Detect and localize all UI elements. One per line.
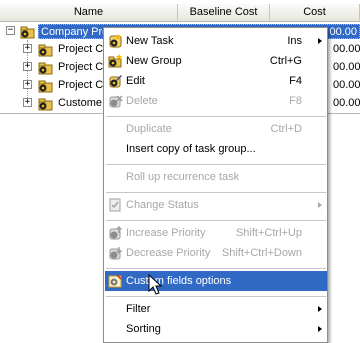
- menu-item-change-status[interactable]: Change Status: [105, 195, 327, 215]
- menu-item-label: Delete: [126, 95, 158, 107]
- menu-item-custom-fields-options[interactable]: Custom fields options: [105, 271, 327, 291]
- menu-item-label: Duplicate: [126, 123, 172, 135]
- grid-header: Name Baseline Cost Cost: [0, 4, 360, 22]
- row-cost-value: 00.00: [333, 97, 360, 109]
- expand-icon[interactable]: +: [23, 98, 32, 107]
- context-menu: New Task Ins New Group Ctrl+G Edit F4 De…: [103, 27, 328, 343]
- menu-item-delete[interactable]: Delete F8: [105, 91, 327, 111]
- menu-item-sorting[interactable]: Sorting: [105, 319, 327, 339]
- menu-item-shortcut: Ins: [287, 35, 302, 47]
- menu-item-insert-copy[interactable]: Insert copy of task group...: [105, 139, 327, 159]
- column-header-cost[interactable]: Cost: [270, 4, 360, 22]
- menu-item-decrease-priority[interactable]: Decrease Priority Shift+Ctrl+Down: [105, 243, 327, 263]
- task-group-icon: [20, 26, 35, 39]
- mouse-cursor-icon: [148, 274, 163, 295]
- menu-item-label: Filter: [126, 303, 151, 315]
- row-cost-value: 00.00: [333, 79, 360, 91]
- change-status-icon: [109, 198, 121, 212]
- menu-item-label: Sorting: [126, 323, 161, 335]
- menu-item-shortcut: Ctrl+D: [270, 123, 302, 135]
- row-cost-value: 00.00: [333, 43, 360, 55]
- menu-item-label: New Group: [126, 55, 182, 67]
- menu-item-roll-up[interactable]: Roll up recurrence task: [105, 167, 327, 187]
- menu-item-shortcut: F8: [289, 95, 302, 107]
- row-cost-value: 00.00: [329, 26, 357, 38]
- menu-item-shortcut: Ctrl+G: [269, 55, 302, 67]
- new-task-icon: [109, 34, 122, 48]
- collapse-icon[interactable]: −: [6, 26, 15, 35]
- row-label: Project C: [58, 43, 104, 55]
- new-group-icon: [108, 54, 122, 68]
- menu-separator: [106, 192, 326, 193]
- column-header-baseline-cost[interactable]: Baseline Cost: [178, 4, 270, 22]
- menu-separator: [106, 116, 326, 117]
- submenu-arrow-icon: [318, 306, 322, 312]
- delete-icon: [109, 95, 123, 108]
- menu-separator: [106, 164, 326, 165]
- menu-item-label: Roll up recurrence task: [126, 171, 240, 183]
- menu-item-label: Custom fields options: [126, 275, 232, 287]
- menu-item-new-group[interactable]: New Group Ctrl+G: [105, 51, 327, 71]
- decrease-priority-icon: [109, 247, 122, 260]
- edit-icon: [109, 75, 122, 88]
- menu-item-increase-priority[interactable]: Increase Priority Shift+Ctrl+Up: [105, 223, 327, 243]
- menu-item-new-task[interactable]: New Task Ins: [105, 31, 327, 51]
- menu-item-duplicate[interactable]: Duplicate Ctrl+D: [105, 119, 327, 139]
- expand-icon[interactable]: +: [23, 44, 32, 53]
- menu-item-label: Insert copy of task group...: [126, 143, 256, 155]
- custom-fields-icon: [108, 274, 122, 288]
- row-label: Project C: [58, 61, 104, 73]
- menu-item-label: Change Status: [126, 199, 199, 211]
- column-header-name[interactable]: Name: [0, 4, 178, 22]
- menu-item-shortcut: Shift+Ctrl+Up: [235, 227, 302, 239]
- menu-separator: [106, 220, 326, 221]
- menu-item-label: Edit: [126, 75, 145, 87]
- row-label: Project C: [58, 79, 104, 91]
- menu-item-label: New Task: [126, 35, 174, 47]
- menu-separator: [106, 296, 326, 297]
- task-group-icon: [38, 98, 53, 111]
- menu-item-filter[interactable]: Filter: [105, 299, 327, 319]
- submenu-arrow-icon: [318, 38, 322, 44]
- increase-priority-icon: [109, 226, 122, 240]
- row-label: Company Pro: [41, 26, 109, 38]
- expand-icon[interactable]: +: [23, 62, 32, 71]
- menu-separator: [106, 268, 326, 269]
- row-label: Custome: [58, 97, 103, 109]
- menu-item-shortcut: Shift+Ctrl+Down: [221, 247, 302, 259]
- row-cost-value: 00.00: [333, 61, 360, 73]
- task-group-icon: [38, 62, 53, 75]
- menu-item-label: Increase Priority: [126, 227, 206, 239]
- task-group-icon: [38, 44, 53, 57]
- submenu-arrow-icon: [318, 202, 322, 208]
- expand-icon[interactable]: +: [23, 80, 32, 89]
- menu-item-edit[interactable]: Edit F4: [105, 71, 327, 91]
- submenu-arrow-icon: [318, 326, 322, 332]
- menu-item-shortcut: F4: [289, 75, 302, 87]
- menu-item-label: Decrease Priority: [126, 247, 211, 259]
- task-group-icon: [38, 80, 53, 93]
